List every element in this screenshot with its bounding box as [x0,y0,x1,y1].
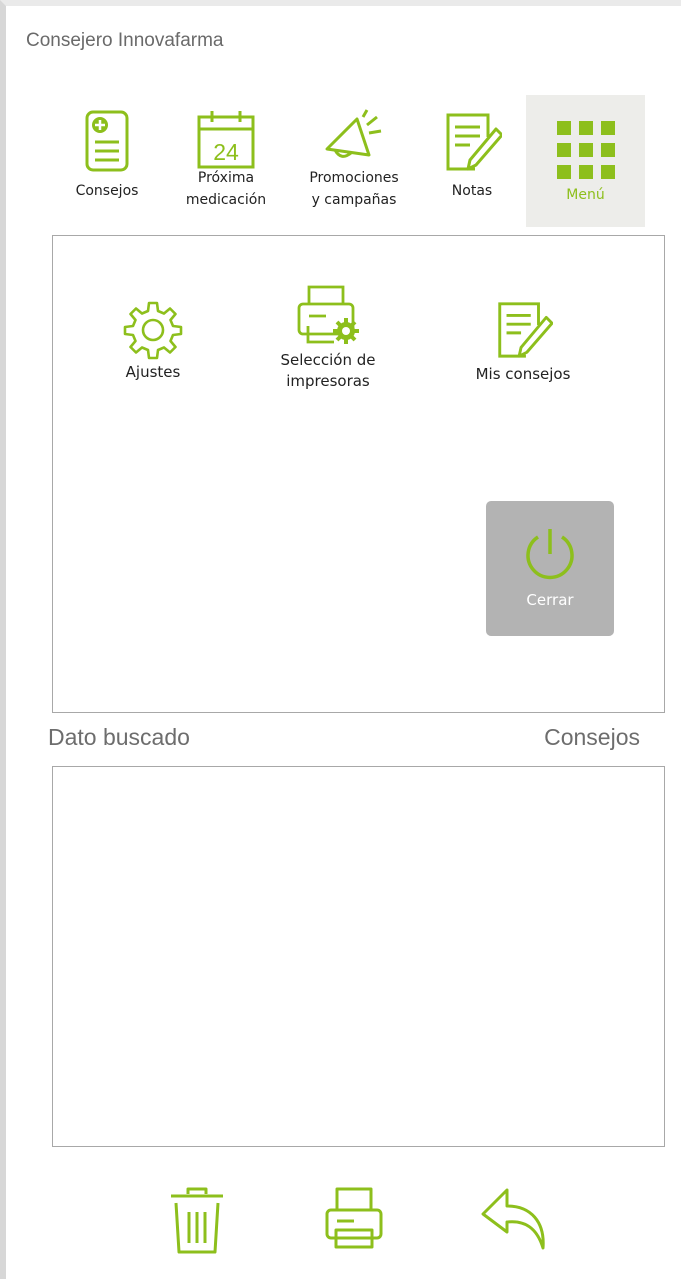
back-button[interactable] [474,1186,554,1258]
tab-proxima-label-2: medicación [185,192,267,208]
app-window: Consejero Innovafarma Consejos 24 Próxim… [0,0,681,1279]
calendar-icon: 24 [166,109,286,171]
power-icon [486,525,614,583]
search-field-label: Dato buscado [48,724,190,750]
menu-item-impresoras-label-2: impresoras [286,372,370,390]
tab-proxima-label-1: Próxima [197,170,255,186]
tab-notas[interactable]: Notas [426,95,518,227]
tab-menu-label: Menú [566,187,605,203]
menu-panel: Ajustes Selección de impresoras Mis cons… [52,235,665,713]
tab-consejos-label: Consejos [75,183,139,199]
printer-settings-icon [263,284,393,346]
tab-consejos[interactable]: Consejos [56,95,158,227]
tab-promociones-label-2: y campañas [311,192,397,208]
tab-notas-label: Notas [451,183,493,199]
printer-icon [324,1186,384,1258]
note-pencil-icon [453,298,593,360]
back-arrow-icon [479,1186,549,1258]
tab-promociones[interactable]: Promociones y campañas [292,95,416,227]
window-title: Consejero Innovafarma [26,30,224,51]
menu-item-mis-consejos-label: Mis consejos [475,365,571,383]
menu-item-mis-consejos[interactable]: Mis consejos [453,298,593,385]
menu-item-impresoras-label-1: Selección de [280,351,376,369]
delete-button[interactable] [157,1186,237,1258]
tab-promociones-label-1: Promociones [309,170,399,186]
close-button[interactable]: Cerrar [486,501,614,636]
print-button[interactable] [314,1186,394,1258]
search-category-label: Consejos [544,724,640,750]
gear-icon [93,300,213,360]
trash-icon [168,1186,226,1258]
tab-proxima-medicacion[interactable]: 24 Próxima medicación [166,95,286,227]
document-plus-icon [56,109,158,173]
tab-menu[interactable]: Menú [526,95,645,227]
svg-text:24: 24 [213,139,239,165]
note-pencil-icon [426,109,518,173]
menu-item-ajustes[interactable]: Ajustes [93,300,213,383]
megaphone-icon [292,109,416,165]
close-button-label: Cerrar [526,591,574,609]
grid-icon [526,121,645,179]
menu-item-ajustes-label: Ajustes [125,363,181,381]
menu-item-seleccion-impresoras[interactable]: Selección de impresoras [263,284,393,392]
results-list[interactable] [52,766,665,1147]
